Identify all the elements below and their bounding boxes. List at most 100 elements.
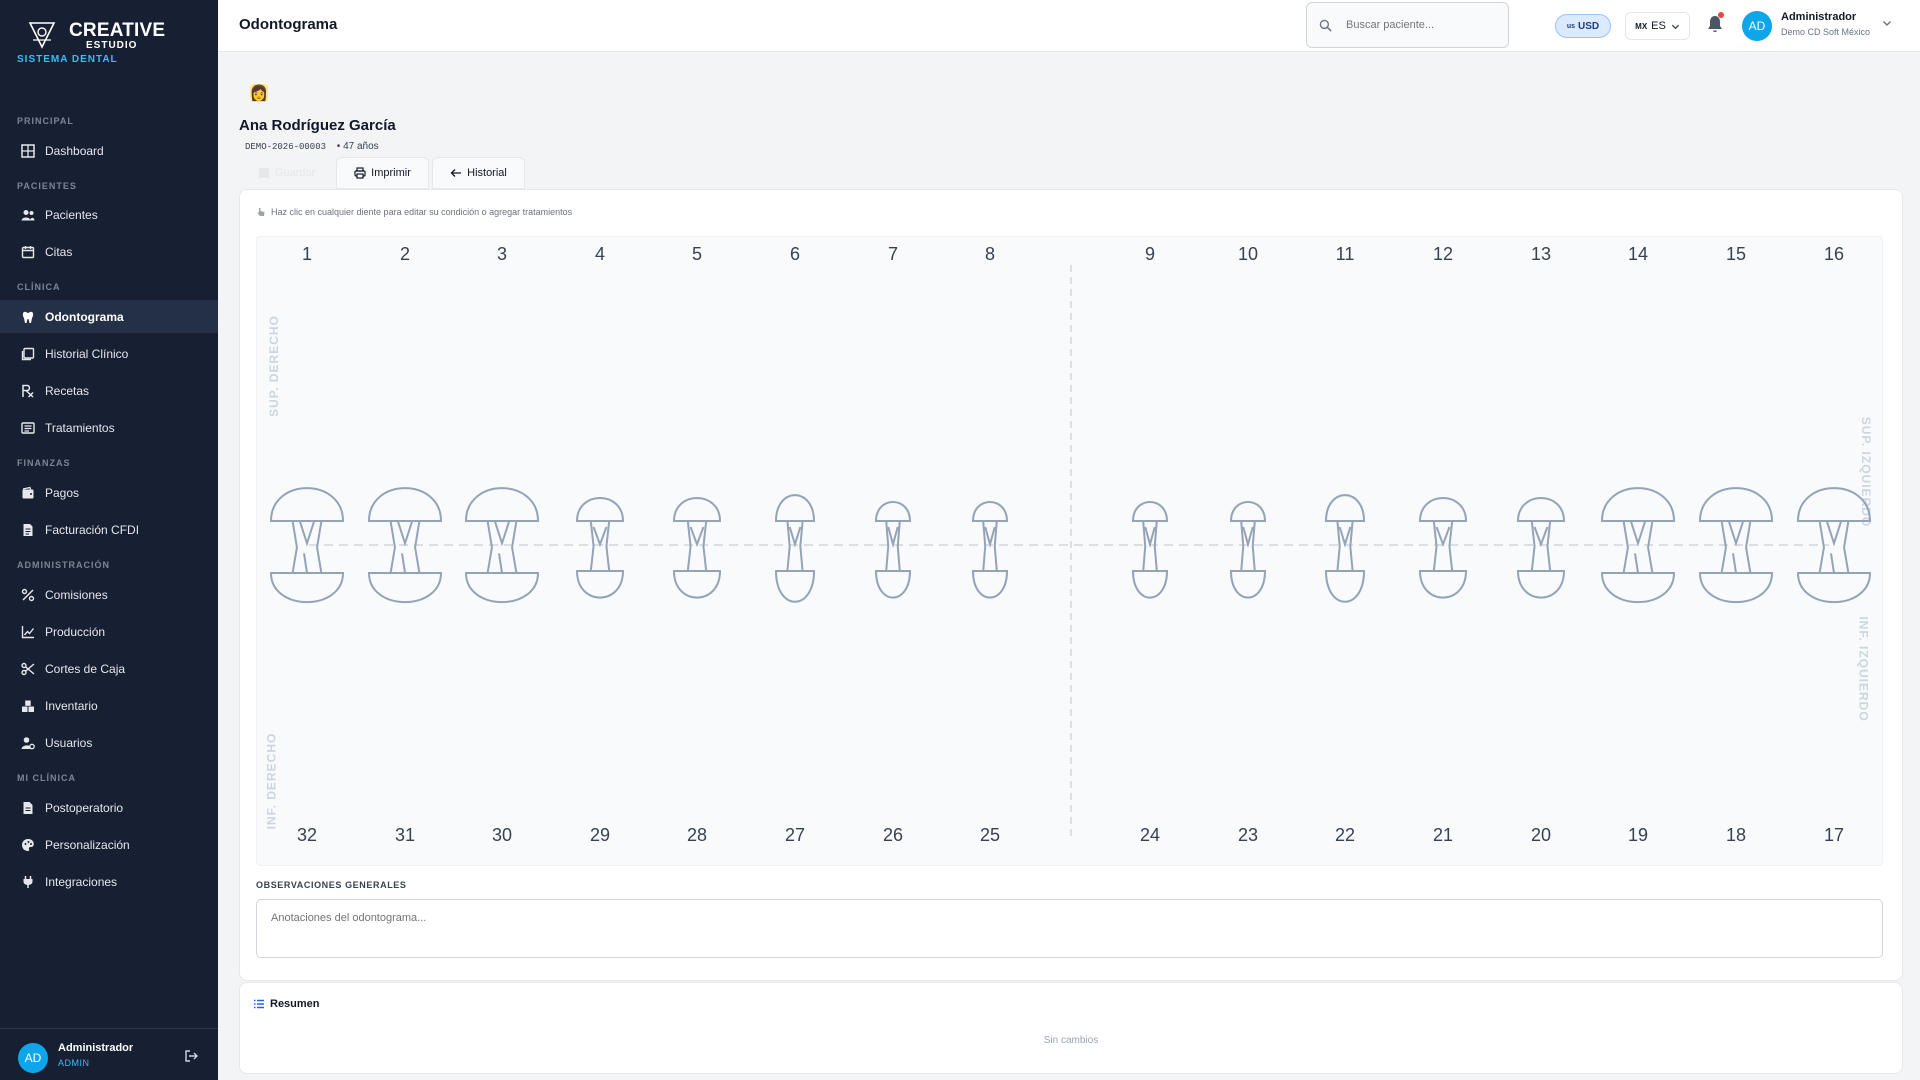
header-user-name[interactable]: Administrador [1781, 11, 1856, 23]
tooth-number: 27 [784, 825, 806, 845]
sidebar-item-comisiones[interactable]: Comisiones [0, 578, 218, 611]
tooth-number: 3 [496, 244, 507, 264]
currency-selector[interactable]: us USD [1555, 14, 1611, 38]
tooth-number: 29 [589, 825, 611, 845]
tooth-number: 2 [399, 244, 410, 264]
sidebar-item-odontograma[interactable]: Odontograma [0, 300, 218, 333]
logout-icon[interactable] [184, 1049, 198, 1063]
tooth-number: 17 [1823, 825, 1845, 845]
patient-avatar-icon: 👩 [249, 84, 269, 102]
tooth-number: 1 [301, 244, 312, 264]
avatar[interactable]: AD [1742, 11, 1772, 41]
tooth-13[interactable] [1516, 467, 1566, 622]
sidebar-item-recetas[interactable]: Recetas [0, 374, 218, 407]
sidebar-item-integraciones[interactable]: Integraciones [0, 865, 218, 898]
tooth-8[interactable] [971, 467, 1009, 622]
avatar[interactable]: AD [18, 1043, 48, 1073]
tooth-number: 25 [979, 825, 1001, 845]
sidebar-item-label: Integraciones [45, 874, 118, 889]
language-selector[interactable]: MX ES [1625, 12, 1690, 40]
sidebar-item-label: Dashboard [45, 143, 104, 158]
users-icon [21, 208, 35, 222]
invoice-icon [21, 523, 35, 537]
tooth-6[interactable] [774, 467, 816, 622]
sidebar-item-dashboard[interactable]: Dashboard [0, 134, 218, 167]
currency-flag: us [1566, 22, 1576, 30]
prescription-icon [21, 384, 35, 398]
tooth-number: 23 [1237, 825, 1259, 845]
tooth-number: 18 [1725, 825, 1747, 845]
tooth-16[interactable] [1796, 467, 1872, 622]
tooth-14[interactable] [1600, 467, 1676, 622]
sidebar-item-label: Historial Clínico [45, 346, 129, 361]
brand-tagline: SISTEMA DENTAL [17, 54, 118, 65]
sidebar-item-pagos[interactable]: Pagos [0, 476, 218, 509]
nav-section-administracion: ADMINISTRACIÓN [17, 560, 110, 570]
wallet-icon [21, 486, 35, 500]
tooth-number: 22 [1334, 825, 1356, 845]
tooth-number: 21 [1432, 825, 1454, 845]
sidebar-item-label: Usuarios [45, 735, 93, 750]
tooth-12[interactable] [1418, 467, 1468, 622]
brand[interactable]: CREATIVE ESTUDIO SISTEMA DENTAL [17, 18, 207, 70]
palette-icon [21, 838, 35, 852]
patient-code: DEMO-2026-00003 [245, 142, 327, 152]
tooth-number: 30 [491, 825, 513, 845]
tooth-7[interactable] [874, 467, 912, 622]
tooth-premolar-icon [1516, 497, 1566, 599]
sidebar-item-facturacion-cfdi[interactable]: Facturación CFDI [0, 513, 218, 546]
brand-sub: ESTUDIO [86, 40, 138, 51]
sidebar-item-label: Cortes de Caja [45, 661, 126, 676]
sidebar-item-label: Pacientes [45, 207, 98, 222]
sidebar-item-label: Personalización [45, 837, 130, 852]
tooth-9[interactable] [1131, 467, 1169, 622]
sidebar-item-personalizacion[interactable]: Personalización [0, 828, 218, 861]
tooth-5[interactable] [672, 467, 722, 622]
tooth-11[interactable] [1324, 467, 1366, 622]
observations-field[interactable] [256, 899, 1883, 958]
sidebar-user-role: ADMIN [58, 1058, 90, 1068]
tooth-premolar-icon [672, 497, 722, 599]
sidebar: CREATIVE ESTUDIO SISTEMA DENTAL PRINCIPA… [0, 0, 218, 1080]
observations-label: OBSERVACIONES GENERALES [256, 880, 407, 890]
sidebar-item-historial-clinico[interactable]: Historial Clínico [0, 337, 218, 370]
tooth-15[interactable] [1698, 467, 1774, 622]
sidebar-item-label: Inventario [45, 698, 98, 713]
chart-line-icon [21, 625, 35, 639]
tooth-number: 20 [1530, 825, 1552, 845]
page-title: Odontograma [239, 16, 338, 33]
tooth-incisor-icon [971, 500, 1009, 599]
sidebar-item-citas[interactable]: Citas [0, 235, 218, 268]
tooth-3[interactable] [464, 467, 540, 622]
tooth-incisor-icon [1131, 500, 1169, 599]
sidebar-item-tratamientos[interactable]: Tratamientos [0, 411, 218, 444]
odontogram-chart: SUP. DERECHO INF. DERECHO SUP. IZQUIERDO… [256, 236, 1883, 866]
tooth-number: 31 [394, 825, 416, 845]
sidebar-item-usuarios[interactable]: Usuarios [0, 726, 218, 759]
grid-icon [21, 143, 35, 158]
history-button[interactable]: Historial [432, 157, 525, 189]
patient-search[interactable] [1306, 2, 1509, 48]
chevron-down-icon[interactable] [1882, 18, 1892, 28]
tooth-1[interactable] [269, 467, 345, 622]
nav-section-principal: PRINCIPAL [17, 116, 74, 126]
tooth-number: 8 [984, 244, 995, 264]
sidebar-item-postoperatorio[interactable]: Postoperatorio [0, 791, 218, 824]
sidebar-item-pacientes[interactable]: Pacientes [0, 198, 218, 231]
tooth-2[interactable] [367, 467, 443, 622]
tooth-4[interactable] [575, 467, 625, 622]
search-input[interactable] [1346, 19, 1496, 31]
treatments-icon [21, 421, 35, 435]
tooth-canine-icon [1324, 494, 1366, 603]
tooth-incisor-icon [874, 500, 912, 599]
sidebar-item-produccion[interactable]: Producción [0, 615, 218, 648]
user-gear-icon [21, 736, 35, 750]
print-button[interactable]: Imprimir [336, 157, 429, 189]
sidebar-item-inventario[interactable]: Inventario [0, 689, 218, 722]
tooth-number: 10 [1237, 244, 1259, 264]
save-button[interactable]: Guardar [239, 157, 334, 189]
summary-title: Resumen [253, 998, 320, 1010]
sidebar-item-cortes-de-caja[interactable]: Cortes de Caja [0, 652, 218, 685]
tooth-molar-icon [269, 487, 345, 603]
tooth-10[interactable] [1229, 467, 1267, 622]
